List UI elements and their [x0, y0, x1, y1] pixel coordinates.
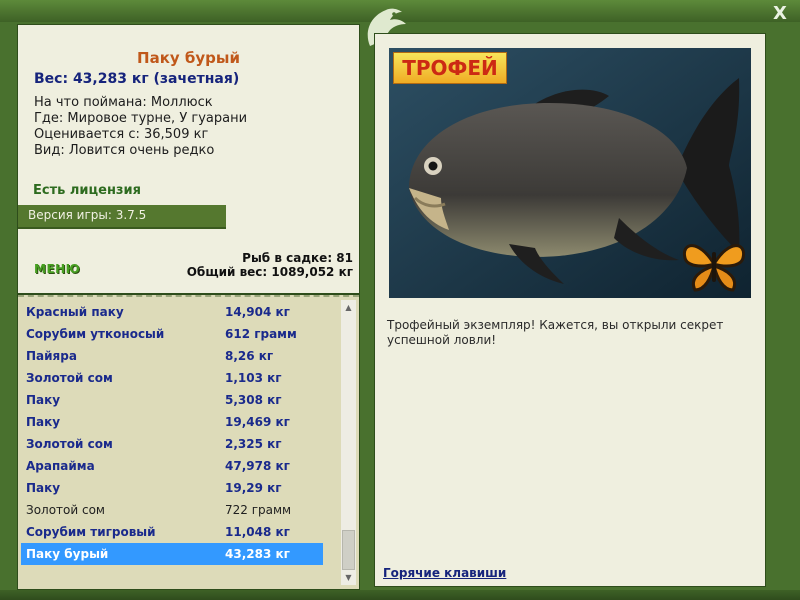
catch-fish-weight: 43,283 кг [225, 547, 290, 561]
version-bar: Версия игры: 3.7.5 [18, 205, 226, 229]
catch-fish-name: Сорубим тигровый [26, 525, 156, 539]
catch-list-panel: Красный паку 14,904 кг Сорубим утконосый 61… [17, 294, 360, 590]
divider [18, 295, 359, 297]
bait-info: На что поймана: Моллюск [34, 95, 213, 110]
trophy-description: Трофейный экземпляр! Кажется, вы открыли… [387, 318, 724, 347]
total-weight: Общий вес: 1089,052 кг [186, 265, 353, 279]
fish-photo: ТРОФЕЙ [389, 48, 751, 298]
catch-fish-name: Паку [26, 415, 61, 429]
fish-name: Паку бурый [137, 49, 240, 67]
fish-count: Рыб в садке: 81 [242, 251, 353, 265]
catch-fish-name: Золотой сом [26, 503, 105, 517]
trophy-panel: ТРОФЕЙ Трофейный экземпляр! Кажется, вы … [374, 33, 766, 587]
fish-info-panel: Паку бурый Вес: 43,283 кг (зачетная) На … [17, 24, 360, 294]
scroll-thumb[interactable] [342, 530, 355, 570]
catch-row[interactable]: Арапайма 47,978 кг [21, 455, 323, 477]
catch-row[interactable]: Золотой сом 2,325 кг [21, 433, 323, 455]
catch-fish-name: Паку [26, 393, 61, 407]
catch-fish-name: Пайяра [26, 349, 77, 363]
catch-row[interactable]: Паку бурый 43,283 кг [21, 543, 323, 565]
catch-row[interactable]: Пайяра 8,26 кг [21, 345, 323, 367]
catch-fish-weight: 47,978 кг [225, 459, 290, 473]
game-version: Версия игры: 3.7.5 [28, 208, 147, 222]
catch-fish-name: Красный паку [26, 305, 124, 319]
catch-fish-weight: 2,325 кг [225, 437, 282, 451]
catch-fish-weight: 19,469 кг [225, 415, 290, 429]
hotkeys-link[interactable]: Горячие клавиши [383, 566, 506, 580]
catch-fish-name: Золотой сом [26, 437, 113, 451]
catch-row[interactable]: Сорубим тигровый 11,048 кг [21, 521, 323, 543]
catch-fish-weight: 722 грамм [225, 503, 292, 517]
cage-stats: Рыб в садке: 81 Общий вес: 1089,052 кг [187, 251, 353, 279]
catch-fish-weight: 612 грамм [225, 327, 297, 341]
catch-row[interactable]: Паку 19,469 кг [21, 411, 323, 433]
estimate-info: Оценивается с: 36,509 кг [34, 127, 209, 142]
menu-button[interactable]: МЕНЮ [34, 262, 80, 276]
window-frame-bottom [0, 590, 800, 600]
catch-fish-weight: 5,308 кг [225, 393, 282, 407]
catch-fish-weight: 1,103 кг [225, 371, 282, 385]
catch-row[interactable]: Сорубим утконосый 612 грамм [21, 323, 323, 345]
catch-fish-name: Паку бурый [26, 547, 109, 561]
catch-fish-weight: 14,904 кг [225, 305, 290, 319]
catch-list: Красный паку 14,904 кг Сорубим утконосый 61… [21, 301, 323, 565]
catch-row[interactable]: Золотой сом 1,103 кг [21, 367, 323, 389]
scroll-down-arrow-icon[interactable]: ▼ [341, 570, 356, 585]
catch-fish-name: Сорубим утконосый [26, 327, 165, 341]
rarity-info: Вид: Ловится очень редко [34, 143, 215, 158]
fish-weight: Вес: 43,283 кг (зачетная) [34, 71, 240, 87]
catch-row[interactable]: Паку 5,308 кг [21, 389, 323, 411]
catch-fish-weight: 11,048 кг [225, 525, 290, 539]
catch-fish-name: Арапайма [26, 459, 95, 473]
catch-fish-weight: 8,26 кг [225, 349, 274, 363]
license-status: Есть лицензия [33, 183, 141, 198]
catch-fish-name: Паку [26, 481, 61, 495]
location-info: Где: Мировое турне, У гуарани [34, 111, 248, 126]
catch-fish-weight: 19,29 кг [225, 481, 282, 495]
scroll-up-arrow-icon[interactable]: ▲ [341, 300, 356, 315]
butterfly-icon [682, 244, 746, 292]
scrollbar[interactable]: ▲ ▼ [341, 300, 356, 585]
close-button[interactable]: X [770, 4, 790, 24]
catch-row[interactable]: Золотой сом 722 грамм [21, 499, 323, 521]
catch-row[interactable]: Паку 19,29 кг [21, 477, 323, 499]
catch-fish-name: Золотой сом [26, 371, 113, 385]
catch-row[interactable]: Красный паку 14,904 кг [21, 301, 323, 323]
trophy-badge: ТРОФЕЙ [393, 52, 507, 84]
